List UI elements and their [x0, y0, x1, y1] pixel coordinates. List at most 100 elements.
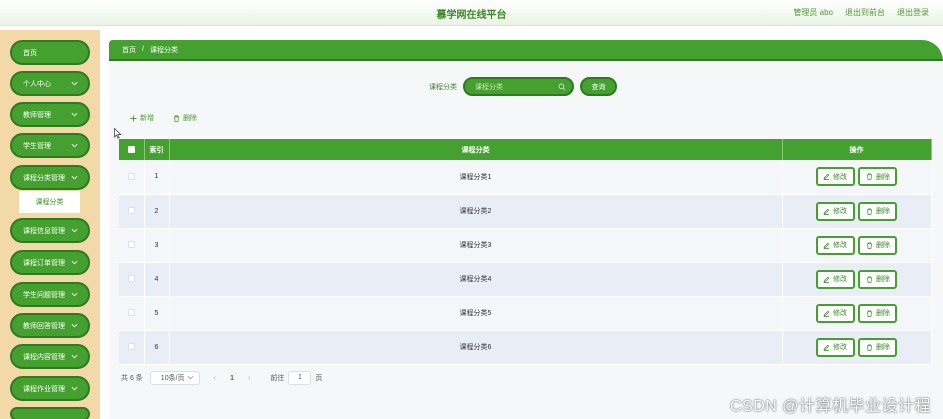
delete-label: 删除	[875, 344, 890, 351]
edit-label: 修改	[833, 242, 848, 249]
row-checkbox[interactable]	[127, 309, 135, 317]
search-button[interactable]: 查询	[580, 77, 617, 96]
sidebar-item-teacher-answers[interactable]: 教师回答管理	[10, 313, 90, 338]
watermark: CSDN @计算机毕业设计程	[729, 398, 931, 415]
delete-button[interactable]: 删除	[858, 201, 898, 221]
row-actions: 修改 删除	[782, 160, 932, 195]
row-category: 课程分类3	[169, 228, 783, 263]
edit-button[interactable]: 修改	[815, 337, 855, 357]
row-checkbox[interactable]	[127, 241, 135, 249]
mouse-cursor-icon	[114, 128, 122, 139]
search-input[interactable]: 课程分类	[463, 77, 574, 96]
table-row: 1 课程分类1 修改 删除	[119, 160, 932, 195]
exit-to-front-link[interactable]: 退出到前台	[845, 7, 885, 18]
sidebar-item-home[interactable]: 首页	[10, 40, 90, 65]
prev-page-button[interactable]: ‹	[214, 375, 216, 382]
delete-button[interactable]: 删除	[858, 269, 898, 289]
breadcrumb: 首页 / 课程分类	[109, 40, 943, 61]
top-bar: 慕学网在线平台 管理员 abo 退出到前台 退出登录	[0, 0, 943, 26]
delete-button[interactable]: 删除	[858, 303, 898, 323]
edit-icon	[823, 310, 830, 317]
sidebar-item-course-category-mgmt[interactable]: 课程分类管理	[10, 165, 90, 190]
next-page-button[interactable]: ›	[248, 375, 250, 382]
trash-icon	[866, 275, 872, 283]
sidebar-item-label: 教师回答管理	[23, 322, 65, 330]
select-all-cell	[119, 139, 145, 160]
search-icon	[558, 83, 566, 91]
chevron-down-icon	[71, 292, 78, 297]
pagination-total: 共 6 条	[121, 375, 143, 382]
category-table: 索引 课程分类 操作 1 课程分类1 修改 删除 2 课程分类2 修改 删除 3	[119, 139, 932, 365]
sidebar-item-more[interactable]	[10, 407, 90, 419]
sidebar-item-student-questions[interactable]: 学生问题管理	[10, 282, 90, 307]
chevron-down-icon	[71, 143, 78, 148]
row-category: 课程分类1	[169, 160, 783, 195]
table-row: 4 课程分类4 修改 删除	[119, 262, 932, 297]
sidebar-item-teachers[interactable]: 教师管理	[10, 102, 90, 127]
header-actions: 操作	[782, 139, 932, 160]
sidebar-item-label: 学生问题管理	[23, 291, 65, 299]
sidebar-item-course-content[interactable]: 课程内容管理	[10, 344, 90, 369]
chevron-down-icon	[71, 112, 78, 117]
delete-label: 删除	[875, 276, 890, 283]
edit-button[interactable]: 修改	[815, 167, 855, 187]
edit-button[interactable]: 修改	[815, 201, 855, 221]
row-category: 课程分类4	[169, 262, 783, 297]
row-checkbox[interactable]	[127, 207, 135, 215]
logout-link[interactable]: 退出登录	[897, 7, 929, 18]
sidebar-item-course-info[interactable]: 课程信息管理	[10, 218, 90, 243]
row-category: 课程分类5	[169, 296, 783, 331]
row-actions: 修改 删除	[782, 228, 932, 263]
row-category: 课程分类6	[169, 330, 783, 365]
chevron-down-icon	[187, 375, 194, 380]
trash-icon	[866, 309, 872, 317]
sidebar-item-label: 课程分类管理	[23, 174, 65, 182]
table-header-row: 索引 课程分类 操作	[119, 139, 932, 160]
select-all-checkbox[interactable]	[127, 145, 135, 153]
delete-button[interactable]: 删除	[858, 337, 898, 357]
bulk-delete-label: 删除	[183, 115, 197, 122]
checkbox-cell	[119, 160, 145, 195]
sidebar-item-course-orders[interactable]: 课程订单管理	[10, 250, 90, 275]
search-label: 课程分类	[429, 84, 457, 91]
table-row: 5 课程分类5 修改 删除	[119, 296, 932, 331]
edit-label: 修改	[833, 344, 848, 351]
edit-button[interactable]: 修改	[815, 303, 855, 323]
page-size-value: 10条/页	[160, 375, 185, 382]
header-index: 索引	[144, 139, 170, 160]
header-actions: 管理员 abo 退出到前台 退出登录	[793, 7, 929, 18]
page-number-current[interactable]: 1	[230, 375, 234, 382]
checkbox-cell	[119, 194, 145, 229]
edit-label: 修改	[833, 208, 848, 215]
edit-label: 修改	[833, 276, 848, 283]
edit-icon	[823, 208, 830, 215]
sidebar-item-profile[interactable]: 个人中心	[10, 71, 90, 96]
sidebar-item-course-homework[interactable]: 课程作业管理	[10, 376, 90, 401]
row-checkbox[interactable]	[127, 343, 135, 351]
checkbox-cell	[119, 262, 145, 297]
bulk-delete-button[interactable]: 删除	[173, 113, 197, 123]
edit-button[interactable]: 修改	[815, 269, 855, 289]
pagination: 共 6 条 10条/页 ‹ 1 › 前往 1 页	[121, 371, 322, 385]
row-checkbox[interactable]	[127, 275, 135, 283]
sidebar-subitem-course-category[interactable]: 课程分类	[19, 191, 80, 213]
sidebar-item-label: 个人中心	[23, 80, 51, 88]
row-actions: 修改 删除	[782, 194, 932, 229]
row-category: 课程分类2	[169, 194, 783, 229]
delete-button[interactable]: 删除	[858, 167, 898, 187]
edit-button[interactable]: 修改	[815, 235, 855, 255]
sidebar-item-label: 教师管理	[23, 111, 51, 119]
delete-button[interactable]: 删除	[858, 235, 898, 255]
add-button[interactable]: 新增	[130, 113, 154, 123]
row-actions: 修改 删除	[782, 296, 932, 331]
row-checkbox[interactable]	[127, 173, 135, 181]
edit-label: 修改	[833, 173, 848, 181]
add-button-label: 新增	[140, 115, 154, 122]
sidebar-item-students[interactable]: 学生管理	[10, 133, 90, 158]
goto-page-input[interactable]: 1	[288, 371, 312, 385]
trash-icon	[174, 114, 179, 122]
sidebar-item-label: 课程信息管理	[23, 227, 65, 235]
admin-user-label: 管理员 abo	[793, 8, 833, 17]
breadcrumb-home[interactable]: 首页	[122, 45, 136, 55]
page-size-select[interactable]: 10条/页	[149, 371, 200, 385]
